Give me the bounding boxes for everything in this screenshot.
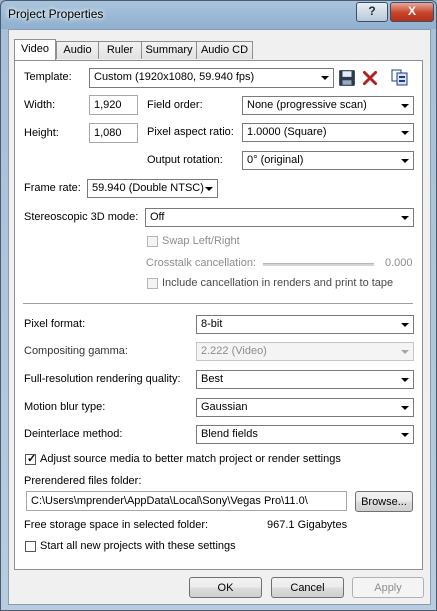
output-rotation-dropdown[interactable]: 0° (original) [242,151,414,170]
width-value: 1,920 [94,99,122,111]
chevron-down-icon [401,323,409,327]
pixel-format-value: 8-bit [201,318,223,330]
tab-video[interactable]: Video [14,39,56,60]
chevron-down-icon [401,159,409,163]
pixel-aspect-value: 1.0000 (Square) [247,126,327,138]
frame-rate-value: 59.940 (Double NTSC) [92,182,204,194]
field-order-dropdown[interactable]: None (progressive scan) [242,96,414,115]
deinterlace-dropdown[interactable]: Blend fields [196,425,414,444]
pixel-format-dropdown[interactable]: 8-bit [196,315,414,334]
template-dropdown[interactable]: Custom (1920x1080, 59.940 fps) [89,68,334,88]
compositing-gamma-value: 2.222 (Video) [201,345,267,357]
field-order-label: Field order: [147,99,203,111]
chevron-down-icon [401,216,409,220]
motion-blur-label: Motion blur type: [24,401,106,413]
chevron-down-icon [401,104,409,108]
apply-button[interactable]: Apply [352,577,424,598]
dialog-client: Video Audio Ruler Summary Audio CD Templ… [8,29,431,605]
prerendered-folder-label: Prerendered files folder: [24,475,142,487]
prerendered-folder-value: C:\Users\mprender\AppData\Local\Sony\Veg… [31,495,308,507]
include-cancellation-checkbox[interactable] [147,278,158,289]
rendering-quality-value: Best [201,373,224,385]
chevron-down-icon [401,433,409,437]
pixel-aspect-dropdown[interactable]: 1.0000 (Square) [242,123,414,142]
output-rotation-label: Output rotation: [147,154,223,166]
adjust-source-checkbox[interactable]: ✓ [25,453,37,465]
compositing-gamma-label: Compositing gamma: [24,345,128,357]
field-order-value: None (progressive scan) [247,99,367,111]
chevron-down-icon [401,131,409,135]
chevron-down-icon [321,76,329,80]
window-title: Project Properties [8,7,104,21]
section-divider [23,303,413,305]
chevron-down-icon [205,187,213,191]
free-storage-label: Free storage space in selected folder: [24,519,209,531]
stereo-3d-label: Stereoscopic 3D mode: [24,211,139,223]
swap-left-right-label: Swap Left/Right [162,235,240,247]
pixel-aspect-label: Pixel aspect ratio: [147,126,234,138]
output-rotation-value: 0° (original) [247,154,304,166]
frame-rate-label: Frame rate: [24,182,81,194]
deinterlace-label: Deinterlace method: [24,428,123,440]
chevron-down-icon [401,378,409,382]
tab-audio-cd[interactable]: Audio CD [196,41,253,59]
width-field[interactable]: 1,920 [89,95,138,115]
stereo-3d-value: Off [150,211,165,223]
stereo-3d-dropdown[interactable]: Off [145,208,414,227]
chevron-down-icon [401,350,409,354]
swap-left-right-checkbox[interactable] [147,236,158,247]
save-icon[interactable] [338,69,356,87]
chevron-down-icon [401,406,409,410]
help-button[interactable]: ? [356,2,388,22]
browse-button[interactable]: Browse... [355,491,413,512]
height-field[interactable]: 1,080 [89,123,138,143]
title-bar[interactable]: Project Properties ? X [1,1,436,29]
deinterlace-value: Blend fields [201,428,258,440]
rendering-quality-label: Full-resolution rendering quality: [24,373,181,385]
height-value: 1,080 [94,127,122,139]
ok-button[interactable]: OK [189,577,262,598]
close-button[interactable]: X [390,2,434,22]
prerendered-folder-field[interactable]: C:\Users\mprender\AppData\Local\Sony\Veg… [26,491,347,511]
frame-rate-dropdown[interactable]: 59.940 (Double NTSC) [87,179,218,198]
motion-blur-value: Gaussian [201,401,248,413]
crosstalk-value: 0.000 [385,257,413,269]
template-value: Custom (1920x1080, 59.940 fps) [94,71,255,83]
width-label: Width: [24,99,56,111]
height-label: Height: [24,127,59,139]
adjust-source-label: Adjust source media to better match proj… [40,453,341,465]
crosstalk-slider[interactable] [263,263,374,266]
checkmark-icon: ✓ [27,453,37,465]
delete-icon[interactable] [361,69,379,87]
include-cancellation-label: Include cancellation in renders and prin… [162,277,394,289]
crosstalk-label: Crosstalk cancellation: [146,257,257,269]
rendering-quality-dropdown[interactable]: Best [196,370,414,389]
tab-audio[interactable]: Audio [56,41,99,59]
motion-blur-dropdown[interactable]: Gaussian [196,398,414,417]
start-new-projects-label: Start all new projects with these settin… [40,540,236,552]
project-properties-window: Project Properties ? X Video Audio Ruler… [0,0,437,611]
tab-summary[interactable]: Summary [141,41,197,59]
template-label: Template: [24,71,72,83]
start-new-projects-checkbox[interactable] [25,541,36,552]
cancel-button[interactable]: Cancel [271,577,344,598]
video-tab-panel: Template: Custom (1920x1080, 59.940 fps) [14,60,423,570]
free-storage-value: 967.1 Gigabytes [267,519,348,531]
pixel-format-label: Pixel format: [24,318,86,330]
compositing-gamma-dropdown[interactable]: 2.222 (Video) [196,342,414,361]
tab-ruler[interactable]: Ruler [98,41,142,59]
match-media-icon[interactable] [391,68,409,86]
